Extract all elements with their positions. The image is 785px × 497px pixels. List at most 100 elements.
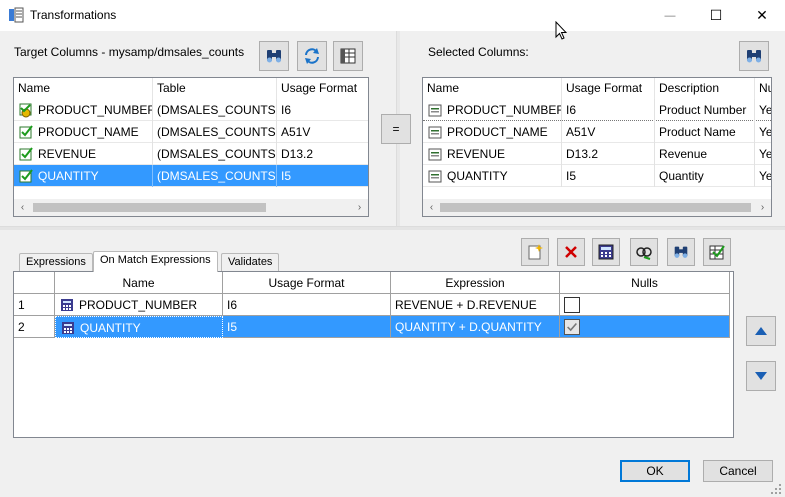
scroll-left-icon[interactable]: ‹ bbox=[14, 199, 31, 216]
expression-row-nulls bbox=[560, 294, 730, 316]
column-field-icon bbox=[428, 170, 442, 183]
table-row[interactable]: REVENUE (DMSALES_COUNTS) D13.2 bbox=[14, 143, 368, 165]
table-row[interactable]: PRODUCT_NUMBER (DMSALES_COUNTS) I6 bbox=[14, 99, 368, 121]
panel-splitter-horizontal[interactable] bbox=[0, 226, 785, 230]
close-button[interactable]: ✕ bbox=[739, 0, 785, 31]
column-header-expression[interactable]: Expression bbox=[391, 272, 560, 294]
table-row[interactable]: PRODUCT_NUMBER I6 Product Number Ye bbox=[423, 99, 771, 121]
equals-button[interactable]: = bbox=[381, 114, 411, 144]
ok-button[interactable]: OK bbox=[620, 460, 690, 482]
column-header-name[interactable]: Name bbox=[14, 78, 153, 100]
expression-row-format[interactable]: I5 bbox=[223, 316, 391, 338]
scrollbar-thumb[interactable] bbox=[440, 203, 751, 212]
column-header-description[interactable]: Description bbox=[655, 78, 755, 100]
column-header-usage-format[interactable]: Usage Format bbox=[562, 78, 655, 100]
expressions-grid[interactable]: Name Usage Format Expression Nulls 1 PRO… bbox=[13, 271, 734, 438]
binoculars-icon bbox=[674, 246, 688, 258]
target-row-format: A51V bbox=[277, 121, 368, 143]
column-header-nulls[interactable]: Nu bbox=[755, 78, 771, 100]
target-columns-button[interactable] bbox=[333, 41, 363, 71]
target-columns-grid[interactable]: Name Table Usage Format PRODUCT_NUMBER (… bbox=[13, 77, 369, 217]
move-up-button[interactable] bbox=[746, 316, 776, 346]
target-row-format: D13.2 bbox=[277, 143, 368, 165]
table-row[interactable]: 2 QUANTITY I5 QUANTITY + D.QUANTITY bbox=[14, 316, 733, 338]
minimize-button[interactable]: — bbox=[647, 0, 693, 31]
maximize-button[interactable]: ☐ bbox=[693, 0, 739, 31]
selected-row-format: D13.2 bbox=[562, 143, 655, 165]
expression-row-expression[interactable]: REVENUE + D.REVENUE bbox=[391, 294, 560, 316]
column-header-nulls[interactable]: Nulls bbox=[560, 272, 730, 294]
target-row-table: (DMSALES_COUNTS) bbox=[153, 165, 277, 187]
selected-row-nulls: Ye bbox=[755, 99, 771, 121]
selected-row-name: PRODUCT_NUMBER bbox=[447, 103, 562, 117]
column-header-table[interactable]: Table bbox=[153, 78, 277, 100]
checked-column-icon bbox=[19, 147, 33, 161]
column-header-usage-format[interactable]: Usage Format bbox=[223, 272, 391, 294]
move-down-button[interactable] bbox=[746, 361, 776, 391]
selected-row-nulls: Ye bbox=[755, 165, 771, 187]
minimize-icon: — bbox=[664, 9, 676, 22]
table-row[interactable]: PRODUCT_NAME (DMSALES_COUNTS) A51V bbox=[14, 121, 368, 143]
validate-button[interactable] bbox=[703, 238, 731, 266]
replace-button[interactable] bbox=[630, 238, 658, 266]
selected-columns-grid[interactable]: Name Usage Format Description Nu PRODUCT… bbox=[422, 77, 772, 217]
delete-button[interactable] bbox=[557, 238, 585, 266]
window-title: Transformations bbox=[30, 8, 117, 22]
scroll-right-icon[interactable]: › bbox=[754, 199, 771, 216]
checkmark-icon bbox=[567, 322, 577, 332]
binoculars-icon bbox=[267, 50, 281, 63]
target-grid-header: Name Table Usage Format bbox=[14, 78, 368, 100]
replace-icon bbox=[636, 247, 652, 260]
target-row-table: (DMSALES_COUNTS) bbox=[153, 99, 277, 121]
table-row[interactable]: PRODUCT_NAME A51V Product Name Ye bbox=[423, 121, 771, 143]
app-icon bbox=[9, 7, 24, 23]
key-column-icon bbox=[19, 103, 32, 118]
tab-validates[interactable]: Validates bbox=[221, 253, 280, 271]
calculator-button[interactable] bbox=[592, 238, 620, 266]
maximize-icon: ☐ bbox=[709, 7, 723, 23]
tab-expressions[interactable]: Expressions bbox=[19, 253, 93, 271]
binoculars-icon bbox=[747, 50, 761, 63]
row-number: 1 bbox=[14, 294, 55, 316]
expressions-grid-header: Name Usage Format Expression Nulls bbox=[14, 272, 733, 294]
scrollbar-thumb[interactable] bbox=[33, 203, 266, 212]
selected-row-description: Product Name bbox=[655, 121, 755, 143]
nulls-checkbox[interactable] bbox=[564, 319, 580, 335]
expression-row-expression[interactable]: QUANTITY + D.QUANTITY bbox=[391, 316, 560, 338]
expression-row-format[interactable]: I6 bbox=[223, 294, 391, 316]
selected-row-name: REVENUE bbox=[447, 147, 506, 161]
selected-row-description: Quantity bbox=[655, 165, 755, 187]
column-header-name[interactable]: Name bbox=[55, 272, 223, 294]
mouse-cursor-icon bbox=[555, 21, 567, 40]
column-field-icon bbox=[428, 126, 442, 139]
target-row-name: REVENUE bbox=[38, 147, 97, 161]
expression-row-name: PRODUCT_NUMBER bbox=[79, 298, 198, 312]
expression-find-button[interactable] bbox=[667, 238, 695, 266]
target-row-format: I5 bbox=[277, 165, 368, 187]
scroll-left-icon[interactable]: ‹ bbox=[423, 199, 440, 216]
selected-find-button[interactable] bbox=[739, 41, 769, 71]
column-header-name[interactable]: Name bbox=[423, 78, 562, 100]
selected-row-format: I5 bbox=[562, 165, 655, 187]
validate-icon bbox=[709, 245, 725, 260]
tab-on-match-expressions[interactable]: On Match Expressions bbox=[93, 251, 218, 272]
cancel-button[interactable]: Cancel bbox=[703, 460, 773, 482]
new-expression-button[interactable] bbox=[521, 238, 549, 266]
target-columns-label: Target Columns - mysamp/dmsales_counts bbox=[14, 45, 245, 59]
table-row[interactable]: QUANTITY (DMSALES_COUNTS) I5 bbox=[14, 165, 368, 187]
selected-horizontal-scrollbar[interactable]: ‹ › bbox=[423, 199, 771, 216]
refresh-icon bbox=[305, 48, 319, 64]
target-refresh-button[interactable] bbox=[297, 41, 327, 71]
selected-row-format: A51V bbox=[562, 121, 655, 143]
selected-row-nulls: Ye bbox=[755, 143, 771, 165]
table-row[interactable]: REVENUE D13.2 Revenue Ye bbox=[423, 143, 771, 165]
resize-grip-icon[interactable] bbox=[770, 483, 782, 495]
target-find-button[interactable] bbox=[259, 41, 289, 71]
target-row-format: I6 bbox=[277, 99, 368, 121]
nulls-checkbox[interactable] bbox=[564, 297, 580, 313]
scroll-right-icon[interactable]: › bbox=[351, 199, 368, 216]
table-row[interactable]: QUANTITY I5 Quantity Ye bbox=[423, 165, 771, 187]
column-header-usage-format[interactable]: Usage Format bbox=[277, 78, 368, 100]
table-row[interactable]: 1 PRODUCT_NUMBER I6 REVENUE + D.REVENUE bbox=[14, 294, 733, 316]
target-horizontal-scrollbar[interactable]: ‹ › bbox=[14, 199, 368, 216]
